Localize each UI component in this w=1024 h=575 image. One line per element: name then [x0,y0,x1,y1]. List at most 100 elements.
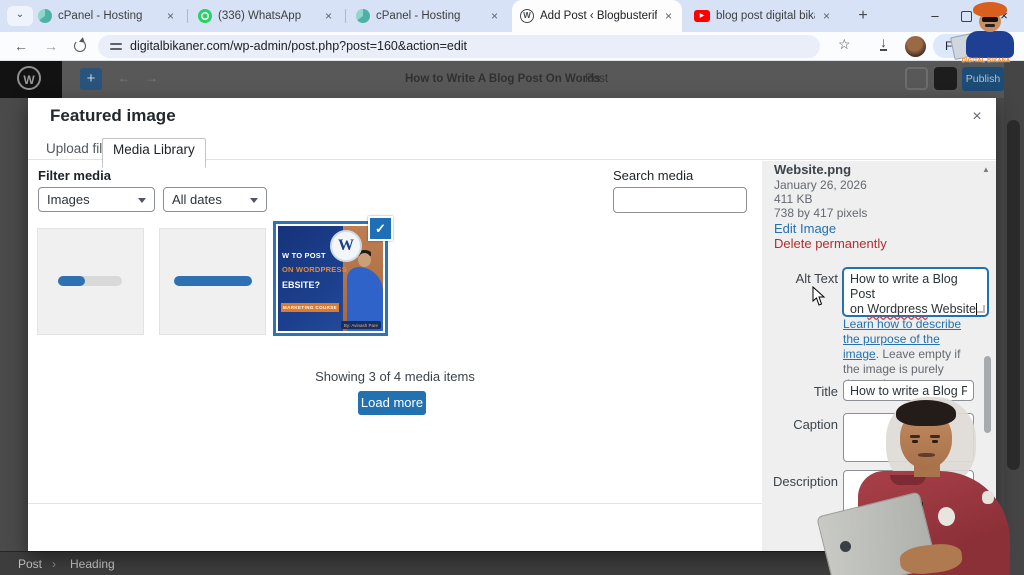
tab-separator [345,9,346,23]
sleeve-logo-patch [982,491,994,504]
whatsapp-icon [198,9,212,23]
modal-title: Featured image [50,106,176,125]
person-eyebrow [910,435,920,438]
settings-panel-icon [934,67,957,90]
progress-fill [58,276,85,286]
person-eye [932,440,938,443]
download-icon[interactable]: ↓ [880,35,887,51]
tab-title: cPanel - Hosting [58,10,143,22]
date-filter-select[interactable]: All dates [163,187,267,212]
media-item-loading-2[interactable] [159,228,266,335]
alt-misspelled-word: Wordpress [867,302,928,316]
forward-icon[interactable]: → [40,35,62,57]
caption-label: Caption [793,417,838,432]
redo-icon: → [146,71,158,85]
showing-count-text: Showing 3 of 4 media items [315,369,475,384]
back-icon[interactable]: ← [10,35,32,57]
person-eye [912,440,918,443]
alt-line2-pre: on [850,302,868,316]
mascot-label: DIGITAL BIKANA [961,58,1011,64]
youtube-icon: ▶ [694,10,710,22]
load-more-button[interactable]: Load more [358,391,426,415]
tab-media-library[interactable]: Media Library [102,138,206,168]
wp-admin-logo-box: W [0,60,62,98]
media-type-value: Images [47,192,90,207]
date-filter-value: All dates [172,192,222,207]
text-caret [976,303,978,315]
wp-editor-topbar: W + ← → How to Write A Blog Post On Word… [0,60,1024,98]
mascot-sunglasses [982,17,998,22]
tab-title: blog post digital bikana [716,10,815,22]
thumbnail-text-line3: EBSITE? [282,280,321,290]
post-tab-dimmed: Post [585,73,609,85]
alt-text-field[interactable]: How to write a Blog Post on Wordpress We… [843,268,988,316]
footer-divider [28,503,762,504]
alt-text-label: Alt Text [795,271,838,286]
thumbnail-text-line2: ON WORDPRESS [282,265,347,274]
breadcrumb-heading: Heading [70,557,115,571]
tab-close-icon[interactable]: × [489,9,500,23]
selected-check-icon[interactable]: ✓ [368,216,393,241]
tab-separator [187,9,188,23]
media-type-select[interactable]: Images [38,187,155,212]
sidebar-scroll-up-icon[interactable]: ▲ [982,165,990,174]
person-mustache [918,453,935,457]
tab-close-icon[interactable]: × [165,9,176,23]
attachment-filename: Website.png [774,162,852,177]
profile-avatar[interactable] [905,36,926,57]
address-bar[interactable]: digitalbikaner.com/wp-admin/post.php?pos… [98,35,820,58]
wordpress-icon: W [520,9,534,23]
chevron-down-icon [250,198,258,203]
progress-track [58,276,122,286]
undo-icon: ← [118,71,130,85]
site-info-icon[interactable] [110,41,122,52]
description-label: Description [772,474,838,489]
search-media-input[interactable] [613,187,747,213]
modal-close-button[interactable]: × [964,104,990,130]
media-item-selected[interactable]: W W TO POST ON WORDPRESS EBSITE? MARKETI… [273,216,393,336]
tab-cpanel-1[interactable]: cPanel - Hosting × [30,0,184,32]
window-minimize-button[interactable]: – [923,4,947,28]
url-text: digitalbikaner.com/wp-admin/post.php?pos… [130,39,468,53]
webcam-overlay [816,395,1024,575]
save-icon [905,67,928,90]
tab-cpanel-2[interactable]: cPanel - Hosting × [348,0,508,32]
bookmark-star-icon[interactable]: ☆ [838,36,851,53]
thumbnail-badge: MARKETING COURSE [281,303,339,312]
post-title-dimmed: How to Write A Blog Post On Words [405,73,601,85]
mascot-turban [973,2,1007,17]
tab-title: (336) WhatsApp [218,10,302,22]
publish-button-dimmed: Publish [962,67,1004,91]
tab-youtube[interactable]: ▶ blog post digital bikana × [686,0,840,32]
channel-mascot-logo: DIGITAL BIKANA [948,2,1024,68]
media-thumbnail-image: W W TO POST ON WORDPRESS EBSITE? MARKETI… [278,226,383,331]
tab-close-icon[interactable]: × [323,9,334,23]
tab-add-post-active[interactable]: W Add Post ‹ Blogbusterify × [512,0,682,32]
reload-icon[interactable] [74,40,86,52]
chevron-down-icon [138,198,146,203]
tab-title: cPanel - Hosting [376,10,461,22]
wordpress-logo-icon: W [330,230,362,262]
tab-whatsapp[interactable]: (336) WhatsApp × [190,0,342,32]
mascot-body [966,31,1014,58]
cpanel-icon [356,9,370,23]
tab-close-icon[interactable]: × [663,9,674,23]
mascot-mustache [985,24,995,27]
person-eyebrow [930,435,940,438]
delete-permanently-link[interactable]: Delete permanently [774,236,887,251]
thumbnail-text-line1: W TO POST [282,251,326,260]
breadcrumb-separator-icon: › [52,557,56,571]
new-tab-button[interactable]: + [852,5,874,27]
block-inserter-button: + [80,68,102,90]
tab-close-icon[interactable]: × [821,9,832,23]
filter-media-label: Filter media [38,168,111,183]
alt-line2-post: Website [927,302,977,316]
edit-image-link[interactable]: Edit Image [774,221,836,236]
browser-tab-strip: ⌄ cPanel - Hosting × (336) WhatsApp × cP… [0,0,1024,32]
media-item-loading-1[interactable] [37,228,144,335]
mouse-cursor [812,286,826,306]
laptop-logo [840,541,851,552]
wordpress-logo-icon: W [17,66,41,90]
attachment-date: January 26, 2026 [774,178,867,192]
browser-toolbar: ← → digitalbikaner.com/wp-admin/post.php… [0,32,1024,61]
